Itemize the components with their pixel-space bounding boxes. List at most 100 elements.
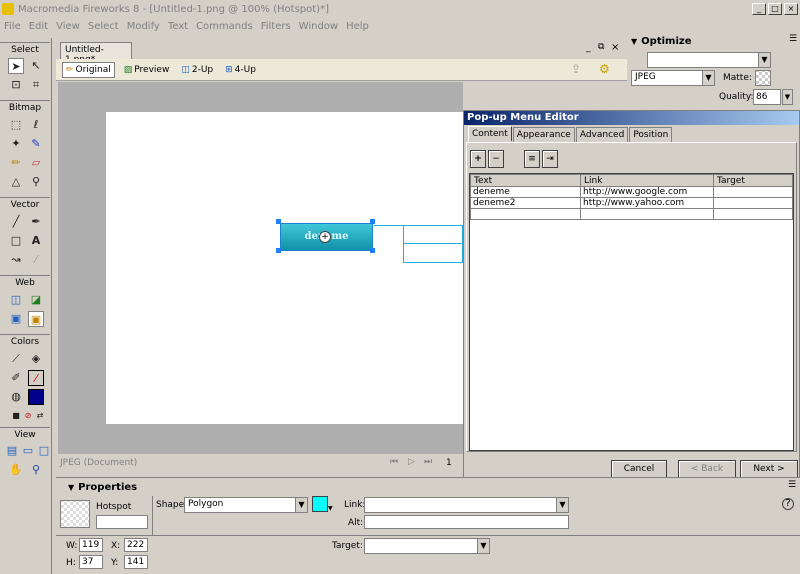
- handle-bl[interactable]: [276, 248, 281, 253]
- properties-header[interactable]: ▼ Properties: [68, 480, 800, 494]
- menu-filters[interactable]: Filters: [261, 21, 291, 32]
- outdent-button[interactable]: ≡: [524, 150, 540, 168]
- blur-tool-icon[interactable]: △: [8, 174, 24, 190]
- tab-appearance[interactable]: Appearance: [512, 127, 575, 142]
- close-button[interactable]: ×: [784, 3, 798, 15]
- 2up-button[interactable]: ◫ 2-Up: [178, 62, 216, 78]
- remove-item-button[interactable]: −: [488, 150, 504, 168]
- zoom-tool-icon[interactable]: ⚲: [28, 462, 44, 478]
- tab-advanced[interactable]: Advanced: [575, 127, 629, 142]
- pen-tool-icon[interactable]: ✒: [28, 214, 44, 230]
- y-input[interactable]: 141: [124, 555, 148, 569]
- cell-target[interactable]: [713, 197, 793, 209]
- standard-screen-icon[interactable]: ▤: [4, 443, 20, 459]
- tab-position[interactable]: Position: [629, 127, 673, 142]
- width-input[interactable]: 119: [79, 538, 103, 552]
- original-view-button[interactable]: ✏ Original: [62, 61, 115, 78]
- handle-tr[interactable]: [370, 219, 375, 224]
- rubber-stamp-icon[interactable]: ⚲: [28, 174, 44, 190]
- pointer-tool-icon[interactable]: ➤: [8, 58, 24, 74]
- hotspot-color-swatch[interactable]: [312, 496, 328, 512]
- quick-export-icon[interactable]: ⚙: [599, 62, 610, 76]
- color-dropdown-icon[interactable]: ▼: [328, 505, 333, 512]
- show-slices-icon[interactable]: ▣: [28, 311, 44, 327]
- text-tool-icon[interactable]: A: [28, 233, 44, 249]
- subselect-tool-icon[interactable]: ↖: [28, 58, 44, 74]
- doc-close-icon[interactable]: ×: [611, 42, 619, 53]
- hotspot-tool-icon[interactable]: ◫: [8, 292, 24, 308]
- menu-select[interactable]: Select: [88, 21, 119, 32]
- crop-tool-icon[interactable]: ⌗: [28, 77, 44, 93]
- cell-text[interactable]: deneme: [470, 186, 581, 198]
- handle-tl[interactable]: [276, 219, 281, 224]
- canvas[interactable]: [106, 112, 463, 424]
- help-icon[interactable]: ?: [782, 498, 794, 510]
- paint-bucket-icon[interactable]: ◈: [28, 351, 44, 367]
- doc-restore-icon[interactable]: ⧉: [598, 42, 604, 52]
- cell-target[interactable]: [713, 186, 793, 198]
- cancel-button[interactable]: Cancel: [611, 460, 667, 478]
- play-icon[interactable]: ▷: [408, 457, 415, 467]
- menu-text[interactable]: Text: [168, 21, 188, 32]
- export-icon[interactable]: ⇪: [571, 62, 581, 76]
- slice-tool-icon[interactable]: ◪: [28, 292, 44, 308]
- format-select[interactable]: JPEG ▼: [631, 70, 715, 86]
- minimize-button[interactable]: _: [752, 3, 766, 15]
- doc-minimize-icon[interactable]: _: [586, 43, 591, 53]
- first-frame-icon[interactable]: ⏮: [390, 457, 398, 467]
- table-row[interactable]: deneme2 http://www.yahoo.com: [470, 197, 793, 209]
- fill-swatch[interactable]: [28, 389, 44, 405]
- menu-window[interactable]: Window: [299, 21, 338, 32]
- table-row[interactable]: deneme http://www.google.com: [470, 186, 793, 198]
- preview-button[interactable]: ▨ Preview: [121, 62, 173, 78]
- lasso-tool-icon[interactable]: ℓ: [28, 117, 44, 133]
- indent-button[interactable]: ⇥: [542, 150, 558, 168]
- hand-tool-icon[interactable]: ✋: [8, 462, 24, 478]
- knife-tool-icon[interactable]: ⁄: [28, 252, 44, 268]
- marquee-tool-icon[interactable]: ⬚: [8, 117, 24, 133]
- full-screen-menus-icon[interactable]: ▭: [20, 443, 36, 459]
- cell-empty[interactable]: [580, 208, 714, 220]
- hotspot-name-input[interactable]: [96, 515, 148, 529]
- eyedropper-tool-icon[interactable]: ⟋: [8, 351, 24, 367]
- swap-colors-icon[interactable]: ⇄: [32, 408, 48, 424]
- cell-link[interactable]: http://www.yahoo.com: [580, 197, 714, 209]
- menu-modify[interactable]: Modify: [127, 21, 160, 32]
- document-tab[interactable]: Untitled-1.png*: [60, 42, 132, 65]
- 4up-button[interactable]: ⊞ 4-Up: [222, 62, 259, 78]
- settings-select[interactable]: ▼: [647, 52, 771, 68]
- link-select[interactable]: ▼: [364, 497, 569, 513]
- full-screen-icon[interactable]: □: [36, 443, 52, 459]
- target-select[interactable]: ▼: [364, 538, 490, 554]
- menu-commands[interactable]: Commands: [196, 21, 253, 32]
- menu-file[interactable]: File: [4, 21, 21, 32]
- shape-select[interactable]: Polygon ▼: [184, 497, 308, 513]
- back-button[interactable]: < Back: [678, 460, 736, 478]
- add-item-button[interactable]: +: [470, 150, 486, 168]
- magic-wand-icon[interactable]: ✦: [8, 136, 24, 152]
- eraser-tool-icon[interactable]: ▱: [28, 155, 44, 171]
- matte-swatch[interactable]: [755, 70, 771, 86]
- freeform-tool-icon[interactable]: ↝: [8, 252, 24, 268]
- cell-text[interactable]: deneme2: [470, 197, 581, 209]
- scale-tool-icon[interactable]: ⊡: [8, 77, 24, 93]
- tab-content[interactable]: Content: [468, 126, 512, 141]
- cell-link[interactable]: http://www.google.com: [580, 186, 714, 198]
- panel-options-icon[interactable]: ☰: [788, 480, 796, 490]
- quality-input[interactable]: 86: [753, 89, 781, 105]
- popup-behavior-icon[interactable]: +: [319, 231, 331, 243]
- height-input[interactable]: 37: [79, 555, 103, 569]
- handle-br[interactable]: [370, 248, 375, 253]
- rectangle-tool-icon[interactable]: □: [8, 233, 24, 249]
- options-icon[interactable]: ☰: [789, 34, 797, 44]
- menu-help[interactable]: Help: [346, 21, 369, 32]
- table-row-empty[interactable]: [470, 208, 793, 220]
- line-tool-icon[interactable]: ╱: [8, 214, 24, 230]
- fill-color-icon[interactable]: ⁄: [28, 370, 44, 386]
- quality-slider-button[interactable]: ▼: [782, 89, 793, 105]
- menu-view[interactable]: View: [56, 21, 80, 32]
- last-frame-icon[interactable]: ⏭: [424, 457, 432, 467]
- x-input[interactable]: 222: [124, 538, 148, 552]
- cell-empty[interactable]: [470, 208, 581, 220]
- cell-empty[interactable]: [713, 208, 793, 220]
